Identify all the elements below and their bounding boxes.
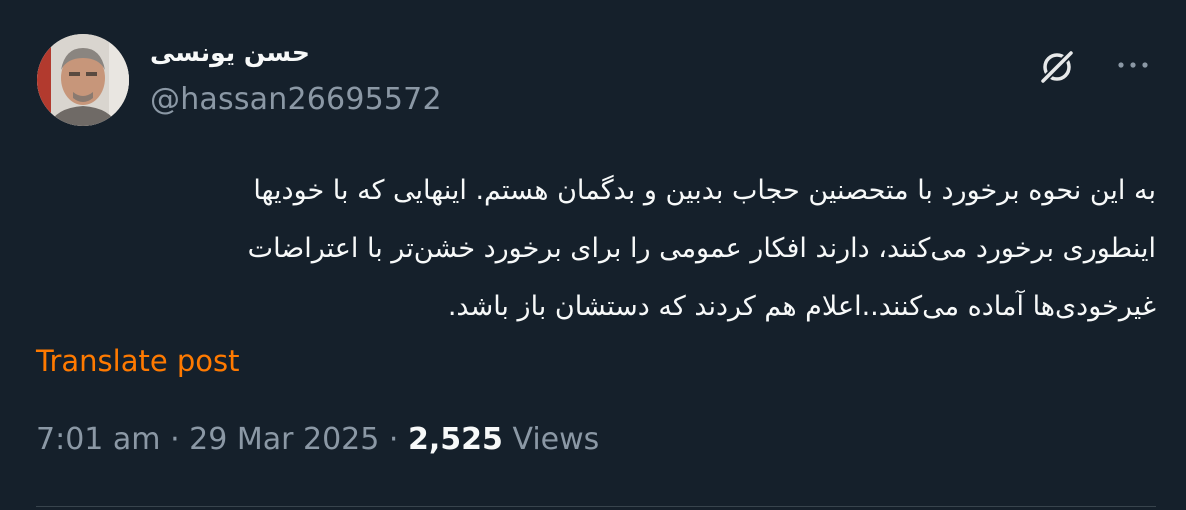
tweet: حسن یونسی @hassan26695572 به این نحوه بر… (0, 0, 1186, 510)
post-line: اینطوری برخورد می‌کنند، دارند افکار عموم… (247, 233, 1156, 264)
post-line: غیرخودی‌ها آماده می‌کنند..اعلام هم کردند… (447, 291, 1156, 322)
post-time[interactable]: 7:01 am (36, 422, 161, 457)
meta-separator: · (388, 422, 399, 457)
views-count: 2,525 (408, 422, 503, 457)
post-text: به این نحوه برخورد با متحصنین حجاب بدبین… (60, 162, 1156, 336)
post-date[interactable]: 29 Mar 2025 (189, 422, 379, 457)
more-icon[interactable] (1112, 48, 1154, 82)
grok-icon[interactable] (1036, 46, 1078, 88)
translate-post-link[interactable]: Translate post (36, 344, 240, 378)
author-handle[interactable]: @hassan26695572 (150, 82, 442, 117)
post-line: به این نحوه برخورد با متحصنین حجاب بدبین… (253, 175, 1156, 206)
views-label: Views (512, 422, 600, 457)
author-display-name[interactable]: حسن یونسی (150, 38, 310, 67)
avatar[interactable] (37, 34, 129, 126)
post-meta: 7:01 am · 29 Mar 2025 · 2,525 Views (36, 422, 599, 457)
meta-separator: · (170, 422, 180, 457)
divider (36, 506, 1156, 507)
